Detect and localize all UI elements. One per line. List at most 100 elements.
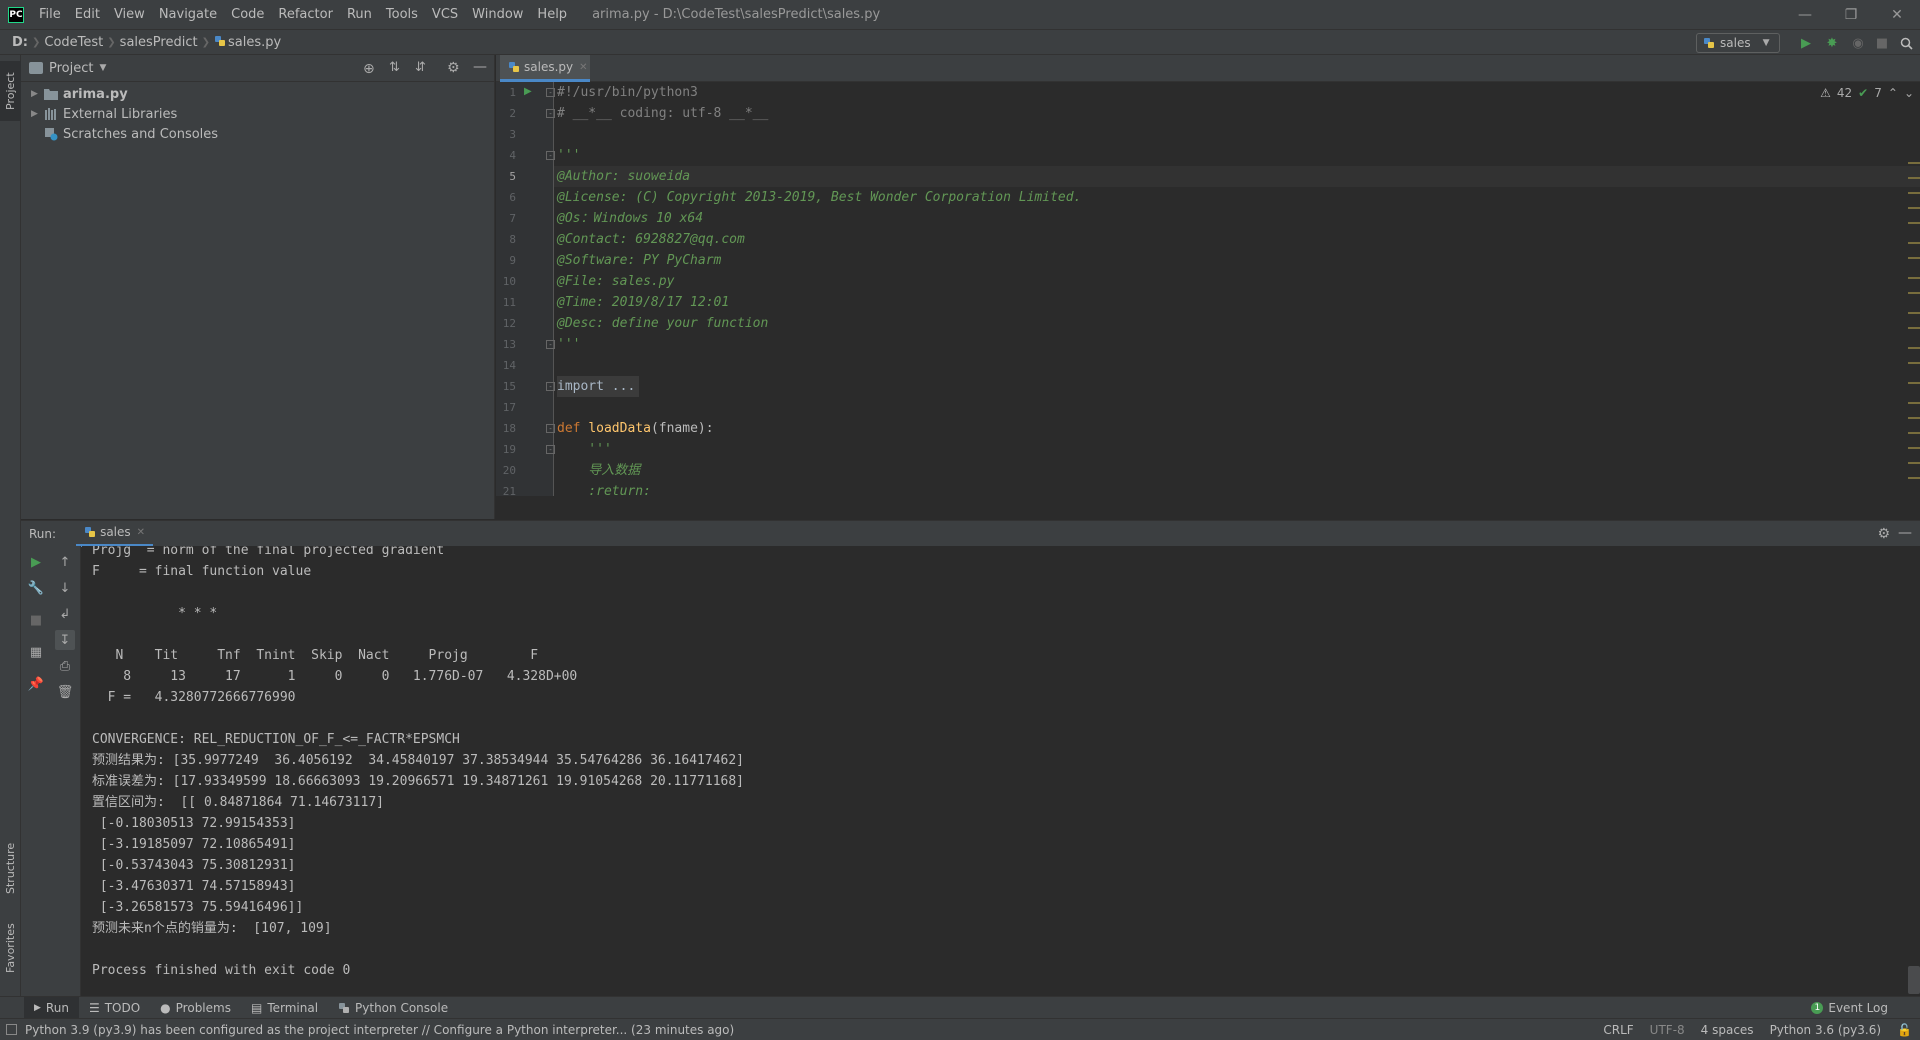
inspection-widget[interactable]: ⚠ 42 ✔ 7 ⌃ ⌄ — [1820, 86, 1914, 100]
print-icon[interactable]: ⎙ — [55, 656, 75, 676]
run-console[interactable]: Projg = norm of the final projected grad… — [82, 546, 1920, 996]
collapse-all-icon[interactable]: ⇵ — [415, 60, 426, 75]
run-tab-sales[interactable]: sales ✕ — [76, 520, 154, 547]
fold-toggle-icon[interactable]: - — [546, 424, 555, 433]
warning-mark[interactable] — [1908, 207, 1920, 209]
dropdown-arrow-icon[interactable]: ▼ — [99, 63, 106, 73]
run-gutter-icon[interactable]: ▶ — [524, 86, 532, 97]
tool-tab-terminal[interactable]: ▤ Terminal — [241, 997, 328, 1019]
fold-toggle-icon[interactable]: - — [546, 151, 555, 160]
breadcrumb-salespredict[interactable]: salesPredict — [116, 35, 202, 50]
close-tab-icon[interactable]: ✕ — [579, 62, 587, 73]
menu-tools[interactable]: Tools — [379, 0, 425, 29]
menu-vcs[interactable]: VCS — [425, 0, 465, 29]
fold-toggle-icon[interactable]: - — [546, 340, 555, 349]
locate-file-icon[interactable]: ⊕ — [363, 61, 375, 77]
fold-toggle-icon[interactable]: - — [546, 382, 555, 391]
warning-mark[interactable] — [1908, 417, 1920, 419]
warning-mark[interactable] — [1908, 312, 1920, 314]
trash-icon[interactable]: 🗑 — [55, 682, 75, 702]
warning-mark[interactable] — [1908, 292, 1920, 294]
menu-navigate[interactable]: Navigate — [152, 0, 224, 29]
debug-icon[interactable]: ✸ — [1824, 35, 1840, 51]
close-icon[interactable]: ✕ — [1874, 0, 1920, 29]
hide-panel-icon[interactable]: — — [1898, 525, 1912, 541]
lock-icon[interactable]: 🔓 — [1897, 1023, 1912, 1037]
breadcrumb-codetest[interactable]: CodeTest — [40, 35, 107, 50]
status-message[interactable]: Python 3.9 (py3.9) has been configured a… — [25, 1023, 734, 1037]
pin-icon[interactable]: 📌 — [26, 674, 46, 694]
search-icon[interactable] — [1898, 35, 1914, 51]
tool-tab-structure[interactable]: Structure — [0, 833, 21, 903]
gear-icon[interactable]: ⚙ — [447, 60, 460, 76]
warning-mark[interactable] — [1908, 382, 1920, 384]
tool-tab-event-log[interactable]: 1 Event Log — [1801, 997, 1898, 1019]
gear-icon[interactable]: ⚙ — [1877, 526, 1890, 542]
soft-wrap-icon[interactable]: ↲ — [55, 604, 75, 624]
warning-mark[interactable] — [1908, 462, 1920, 464]
layout-icon[interactable]: ▦ — [26, 642, 46, 662]
indent-setting[interactable]: 4 spaces — [1701, 1023, 1754, 1037]
chevron-up-icon[interactable]: ⌃ — [1888, 86, 1898, 100]
menu-code[interactable]: Code — [224, 0, 271, 29]
interpreter-selector[interactable]: Python 3.6 (py3.6) — [1770, 1023, 1881, 1037]
fold-toggle-icon[interactable]: - — [546, 445, 555, 454]
expand-all-icon[interactable]: ⇅ — [389, 60, 400, 75]
menu-file[interactable]: File — [32, 0, 68, 29]
tree-item-scratches[interactable]: Scratches and Consoles — [31, 124, 494, 144]
warning-mark[interactable] — [1908, 432, 1920, 434]
breadcrumb-drive[interactable]: D: — [8, 35, 32, 50]
warning-mark[interactable] — [1908, 222, 1920, 224]
tree-item-external-libraries[interactable]: ▶ External Libraries — [31, 104, 494, 124]
tab-sales-py[interactable]: sales.py ✕ — [500, 55, 590, 82]
run-config-dropdown[interactable]: sales ▼ — [1696, 33, 1780, 53]
tool-tab-problems[interactable]: ● Problems — [150, 997, 241, 1019]
hide-panel-icon[interactable]: — — [473, 59, 487, 75]
console-scrollbar[interactable] — [1908, 966, 1920, 994]
down-arrow-icon[interactable]: ↓ — [55, 578, 75, 598]
warning-mark[interactable] — [1908, 277, 1920, 279]
chevron-right-icon[interactable]: ▶ — [31, 89, 43, 99]
warning-mark[interactable] — [1908, 177, 1920, 179]
stop-icon[interactable]: ■ — [1874, 35, 1890, 51]
code-editor[interactable]: ▶ 1 - 2 - 3 4 - 5 6 7 8 9 10 11 12 13 - 14 15 - 17 18 - 19 - 20 21… — [496, 82, 1920, 496]
warning-mark[interactable] — [1908, 192, 1920, 194]
restore-icon[interactable]: ❐ — [1828, 0, 1874, 29]
breadcrumb-sales-py[interactable]: sales.py — [210, 35, 285, 50]
fold-toggle-icon[interactable]: - — [546, 109, 555, 118]
warning-mark[interactable] — [1908, 347, 1920, 349]
project-panel-title[interactable]: Project — [49, 61, 93, 76]
warning-mark[interactable] — [1908, 242, 1920, 244]
menu-help[interactable]: Help — [530, 0, 574, 29]
close-tab-icon[interactable]: ✕ — [137, 527, 145, 538]
warning-mark[interactable] — [1908, 257, 1920, 259]
tool-tab-run[interactable]: ▶ Run — [24, 996, 79, 1019]
coverage-icon[interactable]: ◉ — [1850, 35, 1866, 51]
file-encoding[interactable]: UTF-8 — [1650, 1023, 1685, 1037]
tool-tab-project[interactable]: Project — [0, 61, 21, 121]
tree-item-arima[interactable]: ▶ arima.py — [31, 84, 494, 104]
rerun-icon[interactable]: ▶ — [26, 552, 46, 572]
minimize-icon[interactable]: — — [1782, 0, 1828, 29]
menu-refactor[interactable]: Refactor — [271, 0, 340, 29]
warning-mark[interactable] — [1908, 327, 1920, 329]
tool-tab-python-console[interactable]: Python Console — [328, 997, 458, 1019]
stop-icon[interactable]: ■ — [26, 610, 46, 630]
menu-view[interactable]: View — [107, 0, 152, 29]
warning-mark[interactable] — [1908, 447, 1920, 449]
warning-mark[interactable] — [1908, 362, 1920, 364]
tool-tab-todo[interactable]: ☰ TODO — [79, 997, 150, 1019]
line-separator[interactable]: CRLF — [1603, 1023, 1633, 1037]
menu-run[interactable]: Run — [340, 0, 379, 29]
chevron-right-icon[interactable]: ▶ — [31, 109, 43, 119]
warning-mark[interactable] — [1908, 402, 1920, 404]
wrench-icon[interactable]: 🔧 — [26, 578, 46, 598]
up-arrow-icon[interactable]: ↑ — [55, 552, 75, 572]
fold-toggle-icon[interactable]: - — [546, 88, 555, 97]
menu-edit[interactable]: Edit — [68, 0, 107, 29]
warning-mark[interactable] — [1908, 477, 1920, 479]
menu-window[interactable]: Window — [465, 0, 530, 29]
run-icon[interactable]: ▶ — [1798, 35, 1814, 51]
tool-window-toggle-icon[interactable] — [6, 1024, 17, 1035]
tool-tab-favorites[interactable]: Favorites — [0, 913, 21, 983]
